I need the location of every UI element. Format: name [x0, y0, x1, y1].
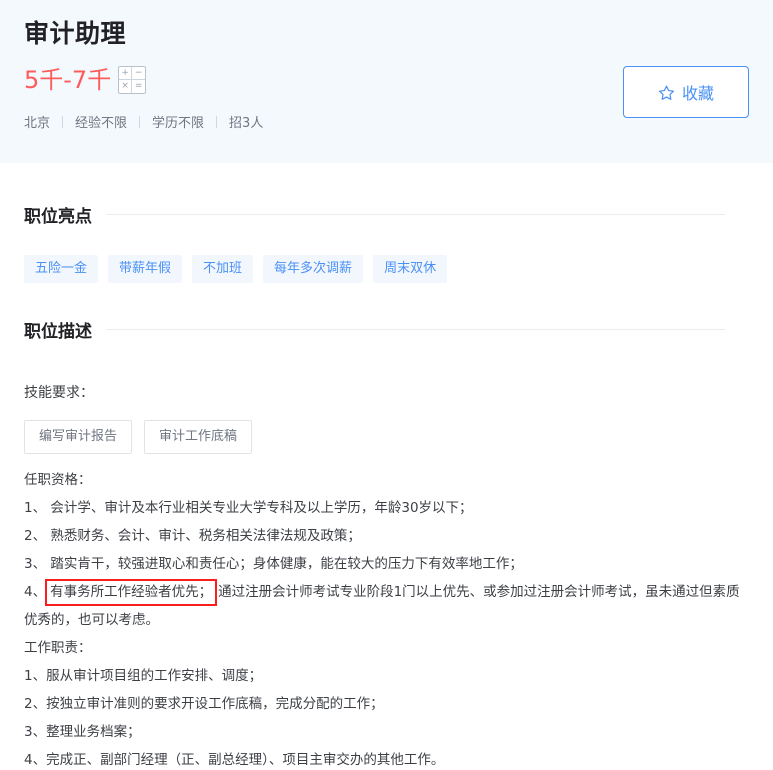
description-title: 职位描述 — [24, 322, 92, 342]
meta-education: 学历不限 — [152, 116, 205, 131]
description-body: 任职资格： 1、 会计学、审计及本行业相关专业大学专科及以上学历，年龄30岁以下… — [24, 466, 746, 770]
job-meta-row: 北京 经验不限 学历不限 招3人 — [24, 112, 263, 131]
qualification-item: 1、 会计学、审计及本行业相关专业大学专科及以上学历，年龄30岁以下； — [24, 500, 473, 516]
salary-value: 5千-7千 — [24, 66, 112, 94]
description-section: 职位描述 技能要求： 编写审计报告 审计工作底稿 — [0, 317, 773, 454]
duty-item: 3、整理业务档案； — [24, 724, 141, 740]
section-divider — [106, 214, 725, 215]
skill-tag[interactable]: 编写审计报告 — [24, 420, 133, 454]
calculator-key-minus: − — [132, 67, 146, 80]
duty-item: 4、完成正、副部门经理（正、副总经理）、项目主审交办的其他工作。 — [24, 752, 445, 768]
meta-divider — [62, 115, 64, 128]
highlights-title: 职位亮点 — [24, 207, 92, 227]
highlighted-text-box: 有事务所工作经验者优先； — [45, 579, 218, 606]
skill-tag[interactable]: 审计工作底稿 — [144, 420, 253, 454]
calculator-key-multiply: × — [119, 80, 133, 93]
qualification-item: 2、 熟悉财务、会计、审计、税务相关法律法规及政策； — [24, 528, 361, 544]
qualification-label: 任职资格： — [24, 472, 92, 488]
highlight-tag[interactable]: 带薪年假 — [108, 255, 183, 283]
qualification-item-highlighted: 4、 有事务所工作经验者优先； 通过注册会计师考试专业阶段1门以上优先、或参加过注册… — [24, 578, 746, 634]
highlight-tag-list: 五险一金 带薪年假 不加班 每年多次调薪 周末双休 — [24, 255, 749, 283]
calculator-key-equals: = — [134, 81, 143, 91]
calculator-key-plus: + — [119, 67, 133, 80]
qualification-item-prefix: 4、 — [24, 584, 47, 600]
description-header: 职位描述 — [24, 317, 749, 342]
job-header: 审计助理 5千-7千 + − × = 北京 经验不限 学历不限 招3人 收藏 — [0, 0, 773, 163]
duty-item: 1、服从审计项目组的工作安排、调度； — [24, 668, 263, 684]
meta-experience: 经验不限 — [75, 116, 128, 131]
skill-requirement-label: 技能要求： — [24, 385, 94, 401]
duty-label: 工作职责： — [24, 640, 92, 656]
meta-headcount: 招3人 — [229, 116, 264, 131]
section-divider — [106, 329, 725, 330]
highlight-tag[interactable]: 五险一金 — [24, 255, 99, 283]
meta-divider — [139, 115, 141, 128]
highlight-tag[interactable]: 周末双休 — [373, 255, 448, 283]
page-title: 审计助理 — [24, 19, 127, 48]
duty-item: 2、按独立审计准则的要求开设工作底稿，完成分配的工作； — [24, 696, 384, 712]
highlight-tag[interactable]: 每年多次调薪 — [263, 255, 364, 283]
meta-divider — [216, 115, 218, 128]
highlight-tag[interactable]: 不加班 — [192, 255, 254, 283]
star-icon — [658, 84, 675, 101]
qualification-item: 3、 踏实肯干，较强进取心和责任心；身体健康，能在较大的压力下有效率地工作； — [24, 556, 523, 572]
favorite-button[interactable]: 收藏 — [623, 66, 749, 118]
highlights-section: 职位亮点 五险一金 带薪年假 不加班 每年多次调薪 周末双休 — [0, 202, 773, 283]
calculator-icon[interactable]: + − × = — [118, 66, 147, 94]
favorite-button-label: 收藏 — [681, 84, 714, 103]
highlights-header: 职位亮点 — [24, 202, 749, 227]
salary-row: 5千-7千 + − × = — [24, 66, 147, 94]
skill-tag-list: 编写审计报告 审计工作底稿 — [24, 420, 749, 454]
meta-location: 北京 — [24, 116, 51, 131]
job-detail-page: 审计助理 5千-7千 + − × = 北京 经验不限 学历不限 招3人 收藏 职… — [0, 0, 773, 770]
